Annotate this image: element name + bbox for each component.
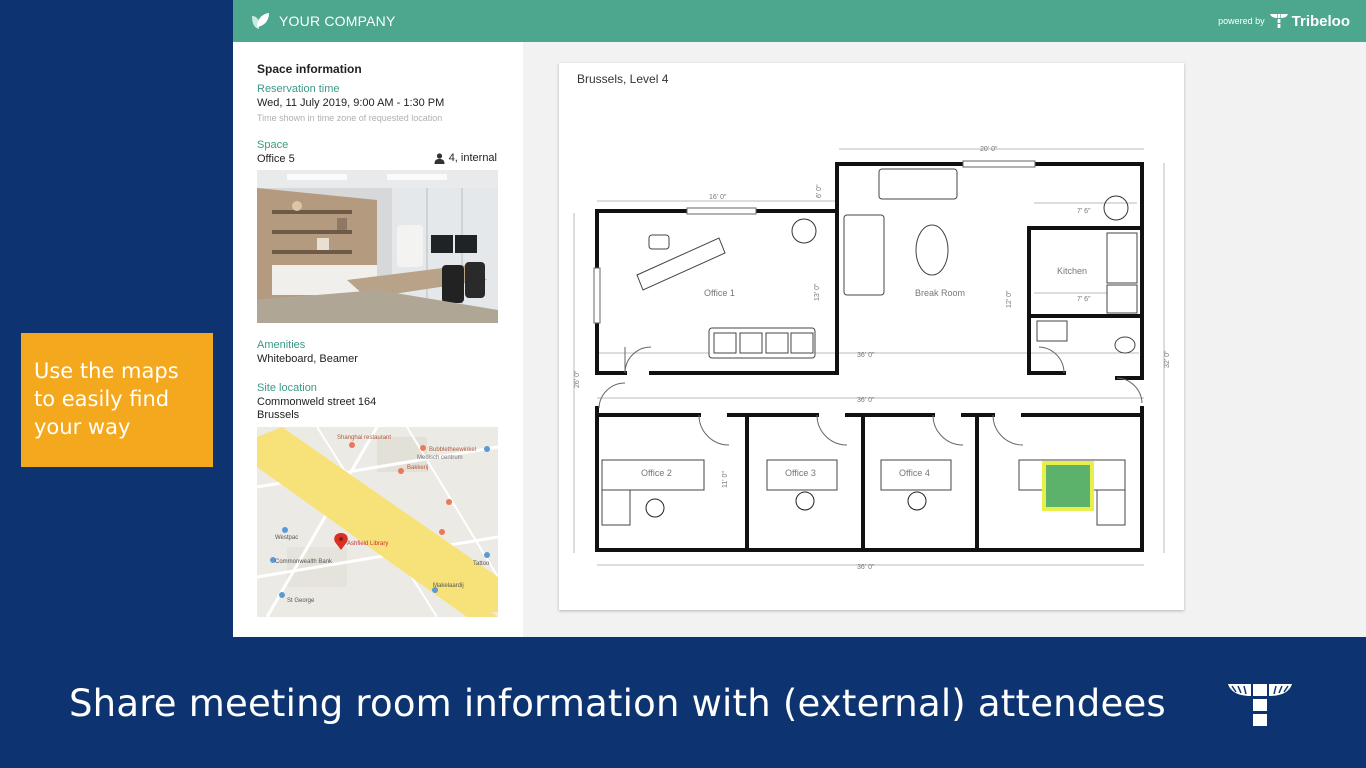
map-label-bakkerij: Bakkerij (407, 465, 428, 471)
map-label-westpac: Westpac (275, 535, 298, 541)
room-label-office1: Office 1 (704, 288, 735, 298)
space-info-panel: Space information Reservation time Wed, … (233, 42, 523, 637)
tribeloo-logo-icon (1269, 14, 1288, 28)
dim-break-height: 12' 0" (1006, 290, 1013, 308)
dim-top-left: 16' 0" (709, 194, 727, 201)
top-bar: YOUR COMPANY powered by Tribeloo (233, 0, 1366, 42)
reservation-time-label: Reservation time (257, 83, 340, 95)
dim-office1-height: 13' 0" (814, 283, 821, 301)
site-map[interactable]: Shanghai restaurant Bubbletheewinkel Med… (257, 427, 498, 617)
dim-left-upper: 6' 0" (816, 184, 823, 198)
map-label-bubble: Bubbletheewinkel (429, 447, 476, 453)
callout-line-2: to easily find (34, 387, 170, 411)
room-label-break-room: Break Room (915, 288, 965, 298)
company-name: YOUR COMPANY (279, 13, 396, 29)
dim-top-right: 20' 0" (980, 146, 998, 153)
room-label-office2: Office 2 (641, 468, 672, 478)
callout-line-3: your way (34, 415, 131, 439)
tribeloo-logo-icon (1228, 684, 1292, 726)
capacity-value: 4, internal (448, 152, 497, 164)
vendor-name: Tribeloo (1291, 12, 1350, 30)
space-name: Office 5 (257, 153, 295, 165)
maps-callout: Use the maps to easily find your way (21, 333, 213, 467)
dim-kitchen-mid: 7' 6" (1077, 296, 1091, 303)
leaf-logo-icon (252, 13, 269, 29)
map-label-stgeorge: St George (287, 598, 315, 604)
site-location-label: Site location (257, 382, 317, 394)
callout-line-1: Use the maps (34, 359, 179, 383)
space-label: Space (257, 139, 289, 151)
floorplan-card: Brussels, Level 4 Office 1 Break Room Ki… (559, 63, 1184, 610)
floorplan: Office 1 Break Room Kitchen Office 2 Off… (573, 146, 1171, 571)
dim-office2-height: 11' 0" (722, 471, 729, 488)
timezone-hint: Time shown in time zone of requested loc… (257, 113, 443, 123)
map-label-makelaardij: Makelaardij (433, 583, 464, 589)
dim-left-wall: 26' 0" (574, 370, 581, 388)
address-line-2: Brussels (257, 409, 300, 421)
map-label-commonwealth: Commonwealth Bank (275, 559, 333, 565)
map-label-library: Ashfield Library (347, 541, 388, 547)
company-brand[interactable]: YOUR COMPANY (249, 10, 396, 32)
reservation-time-value: Wed, 11 July 2019, 9:00 AM - 1:30 PM (257, 97, 445, 109)
amenities-value: Whiteboard, Beamer (257, 353, 358, 365)
dim-kitchen-top: 7' 6" (1077, 208, 1091, 215)
room-label-office4: Office 4 (899, 468, 930, 478)
capacity-info: 4, internal (434, 152, 497, 164)
selected-space-marker[interactable] (1042, 461, 1094, 511)
office-photo[interactable] (257, 170, 498, 323)
amenities-label: Amenities (257, 339, 306, 351)
app-window: YOUR COMPANY powered by Tribeloo Space i… (233, 0, 1366, 637)
powered-by: powered by Tribeloo (1218, 0, 1350, 42)
room-label-office3: Office 3 (785, 468, 816, 478)
slide-caption: Share meeting room information with (ext… (69, 682, 1166, 725)
dim-corridor-top: 36' 0" (857, 352, 875, 359)
address-line-1: Commonweld street 164 (257, 396, 377, 408)
dim-bottom: 36' 0" (857, 564, 875, 571)
room-label-kitchen: Kitchen (1057, 266, 1087, 276)
space-info-title: Space information (257, 62, 362, 76)
dim-corridor-mid: 36' 0" (857, 397, 875, 404)
map-label-shanghai: Shanghai restaurant (337, 435, 391, 441)
map-label-medisch: Medisch centrum (417, 455, 463, 461)
map-label-tattoo: Tattoo (473, 561, 490, 567)
powered-by-label: powered by (1218, 16, 1265, 26)
dim-right-wall: 32' 0" (1164, 350, 1171, 368)
person-icon (434, 152, 445, 164)
